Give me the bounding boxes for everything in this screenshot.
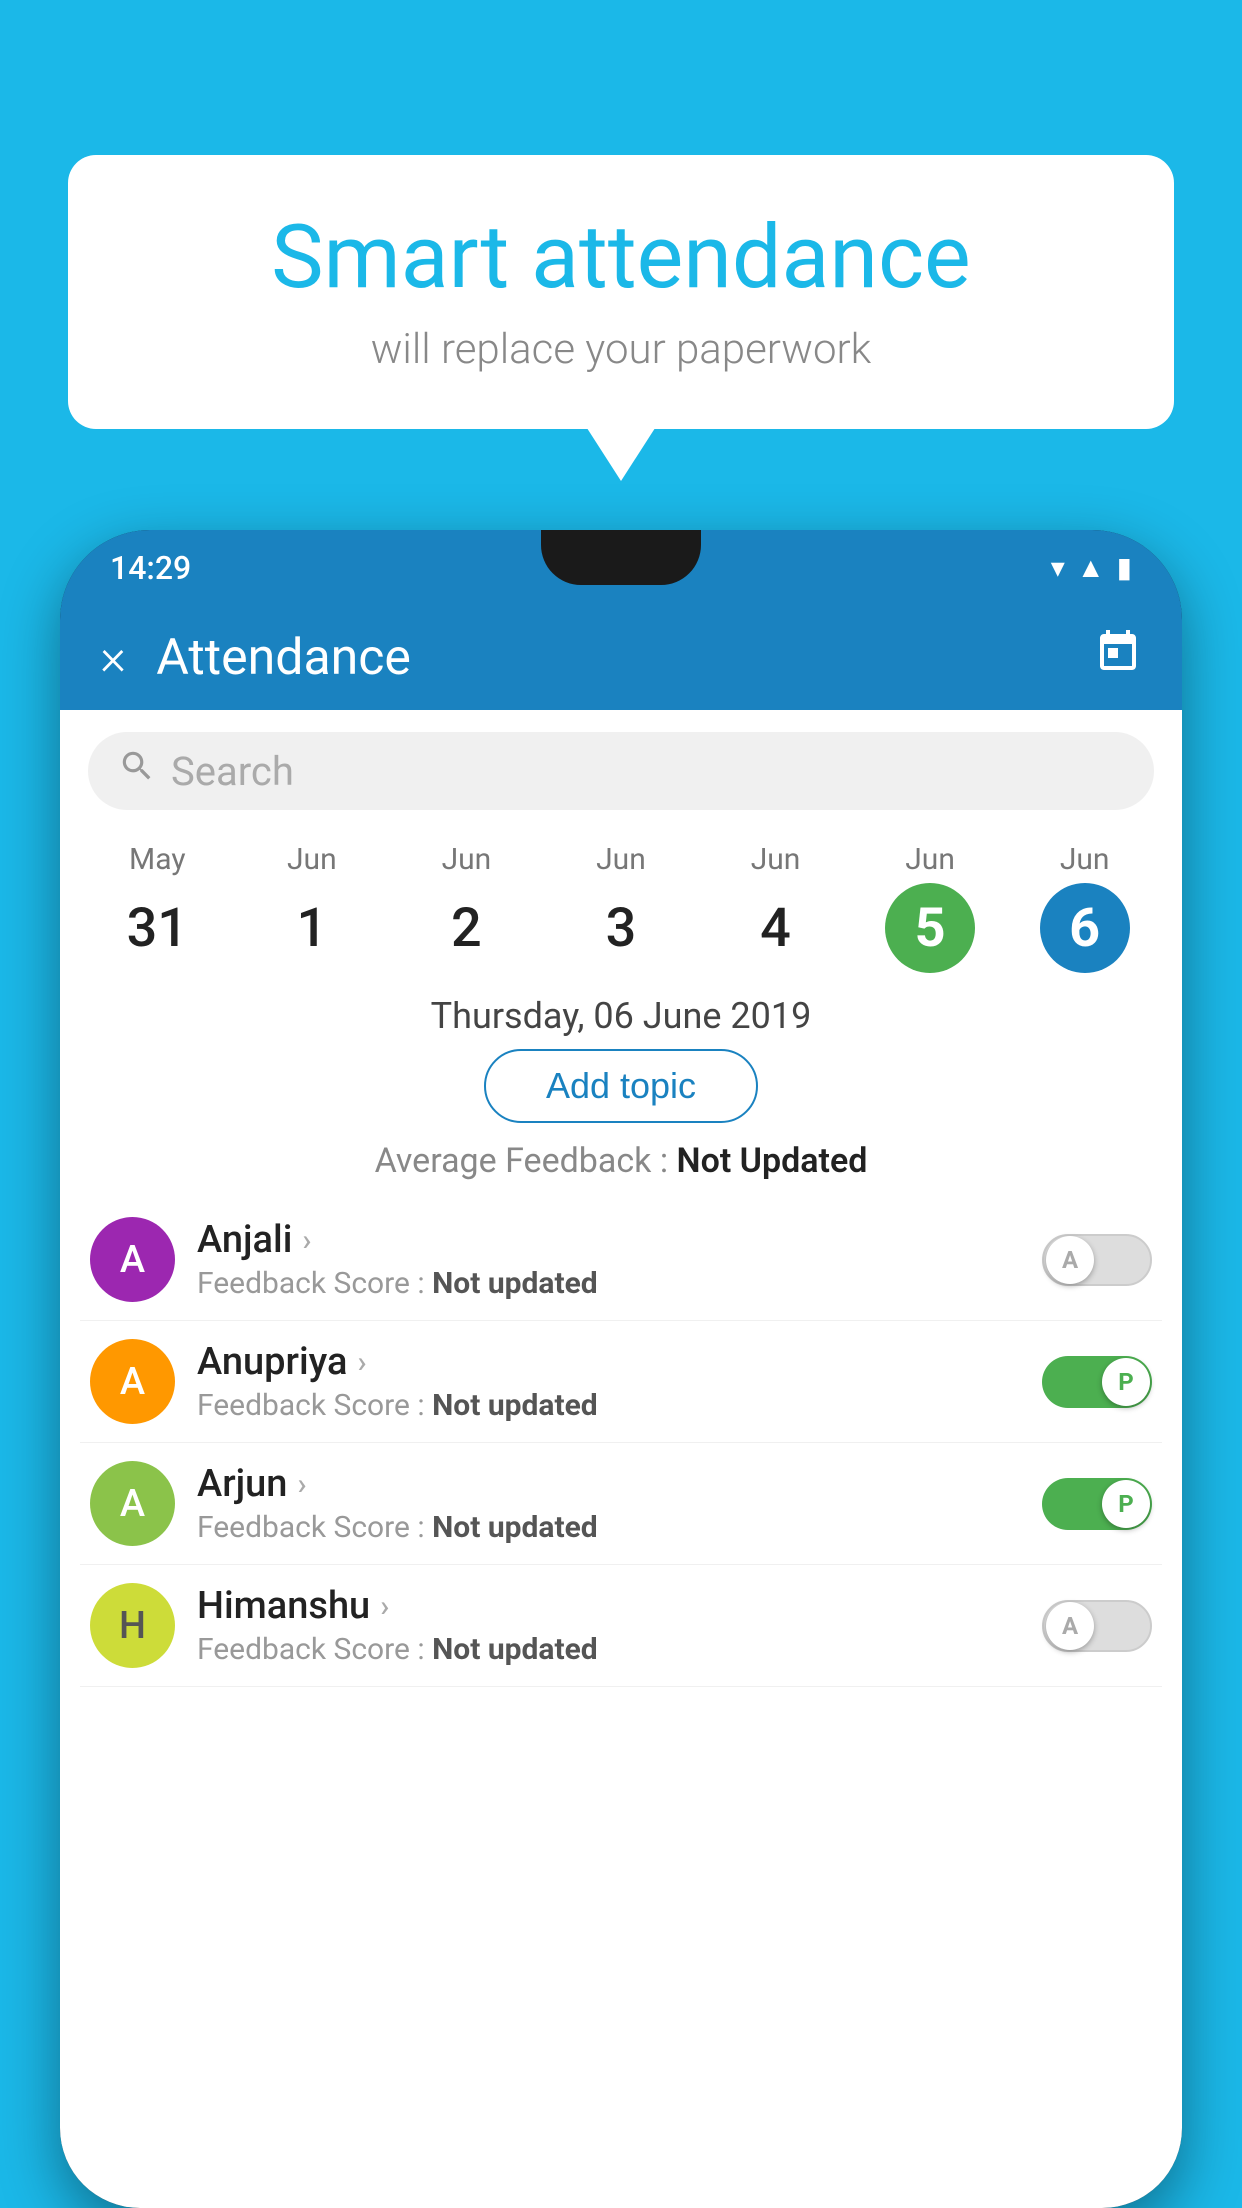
toggle-anjali[interactable]: A bbox=[1042, 1234, 1152, 1286]
student-name-arjun: Arjun bbox=[197, 1462, 287, 1506]
student-name-himanshu: Himanshu bbox=[197, 1584, 370, 1628]
student-item-anupriya[interactable]: A Anupriya › Feedback Score : Not update… bbox=[80, 1321, 1162, 1443]
status-time: 14:29 bbox=[110, 549, 191, 587]
avatar-himanshu: H bbox=[90, 1583, 175, 1668]
feedback-value-anupriya: Not updated bbox=[432, 1388, 598, 1423]
feedback-value-arjun: Not updated bbox=[432, 1510, 598, 1545]
feedback-label-arjun: Feedback Score : bbox=[197, 1510, 425, 1545]
toggle-anupriya[interactable]: P bbox=[1042, 1356, 1152, 1408]
student-info-arjun: Arjun › Feedback Score : Not updated bbox=[197, 1462, 1020, 1545]
date-col-3[interactable]: Jun 3 bbox=[576, 842, 666, 973]
feedback-label-anjali: Feedback Score : bbox=[197, 1266, 425, 1301]
date-col-1[interactable]: Jun 1 bbox=[267, 842, 357, 973]
date-col-0[interactable]: May 31 bbox=[112, 842, 202, 973]
search-icon bbox=[118, 747, 156, 795]
speech-bubble: Smart attendance will replace your paper… bbox=[68, 155, 1174, 429]
student-item-himanshu[interactable]: H Himanshu › Feedback Score : Not update… bbox=[80, 1565, 1162, 1687]
signal-icon: ▲ bbox=[1077, 551, 1105, 584]
student-info-anjali: Anjali › Feedback Score : Not updated bbox=[197, 1218, 1020, 1301]
app-bar: × Attendance bbox=[60, 605, 1182, 710]
student-list: A Anjali › Feedback Score : Not updated … bbox=[60, 1199, 1182, 1687]
search-bar[interactable]: Search bbox=[88, 732, 1154, 810]
close-button[interactable]: × bbox=[100, 629, 126, 687]
wifi-icon: ▾ bbox=[1051, 551, 1065, 584]
add-topic-button-wrap: Add topic bbox=[60, 1049, 1182, 1123]
feedback-value-himanshu: Not updated bbox=[432, 1632, 598, 1667]
selected-date-label: Thursday, 06 June 2019 bbox=[60, 995, 1182, 1037]
student-name-anupriya: Anupriya bbox=[197, 1340, 347, 1384]
feedback-label-himanshu: Feedback Score : bbox=[197, 1632, 425, 1667]
phone-frame: 14:29 ▾ ▲ ▮ × Attendance Search bbox=[60, 530, 1182, 2208]
date-col-6[interactable]: Jun 6 bbox=[1040, 842, 1130, 973]
toggle-arjun[interactable]: P bbox=[1042, 1478, 1152, 1530]
battery-icon: ▮ bbox=[1117, 551, 1132, 584]
chevron-icon-himanshu: › bbox=[380, 1589, 389, 1624]
add-topic-button[interactable]: Add topic bbox=[484, 1049, 758, 1123]
avg-feedback-value: Not Updated bbox=[677, 1141, 868, 1181]
toggle-himanshu[interactable]: A bbox=[1042, 1600, 1152, 1652]
chevron-icon-anjali: › bbox=[302, 1223, 311, 1258]
date-strip: May 31 Jun 1 Jun 2 Jun 3 Jun 4 Jun 5 bbox=[60, 832, 1182, 973]
date-col-4[interactable]: Jun 4 bbox=[731, 842, 821, 973]
student-item-arjun[interactable]: A Arjun › Feedback Score : Not updated P bbox=[80, 1443, 1162, 1565]
chevron-icon-arjun: › bbox=[297, 1467, 306, 1502]
avatar-anupriya: A bbox=[90, 1339, 175, 1424]
feedback-value-anjali: Not updated bbox=[432, 1266, 598, 1301]
screen-content: Search May 31 Jun 1 Jun 2 Jun 3 Jun 4 bbox=[60, 710, 1182, 2208]
student-item-anjali[interactable]: A Anjali › Feedback Score : Not updated … bbox=[80, 1199, 1162, 1321]
search-placeholder: Search bbox=[171, 748, 294, 795]
student-info-anupriya: Anupriya › Feedback Score : Not updated bbox=[197, 1340, 1020, 1423]
bubble-subtitle: will replace your paperwork bbox=[128, 325, 1114, 374]
avg-feedback-label: Average Feedback : bbox=[375, 1141, 669, 1181]
status-icons: ▾ ▲ ▮ bbox=[1051, 551, 1132, 584]
calendar-icon[interactable] bbox=[1094, 628, 1142, 687]
bubble-title: Smart attendance bbox=[128, 210, 1114, 307]
app-bar-title: Attendance bbox=[156, 629, 1064, 687]
avatar-arjun: A bbox=[90, 1461, 175, 1546]
student-name-anjali: Anjali bbox=[197, 1218, 292, 1262]
date-col-5[interactable]: Jun 5 bbox=[885, 842, 975, 973]
feedback-label-anupriya: Feedback Score : bbox=[197, 1388, 425, 1423]
avg-feedback: Average Feedback : Not Updated bbox=[60, 1141, 1182, 1181]
avatar-anjali: A bbox=[90, 1217, 175, 1302]
student-info-himanshu: Himanshu › Feedback Score : Not updated bbox=[197, 1584, 1020, 1667]
date-col-2[interactable]: Jun 2 bbox=[421, 842, 511, 973]
chevron-icon-anupriya: › bbox=[357, 1345, 366, 1380]
phone-notch bbox=[541, 530, 701, 585]
